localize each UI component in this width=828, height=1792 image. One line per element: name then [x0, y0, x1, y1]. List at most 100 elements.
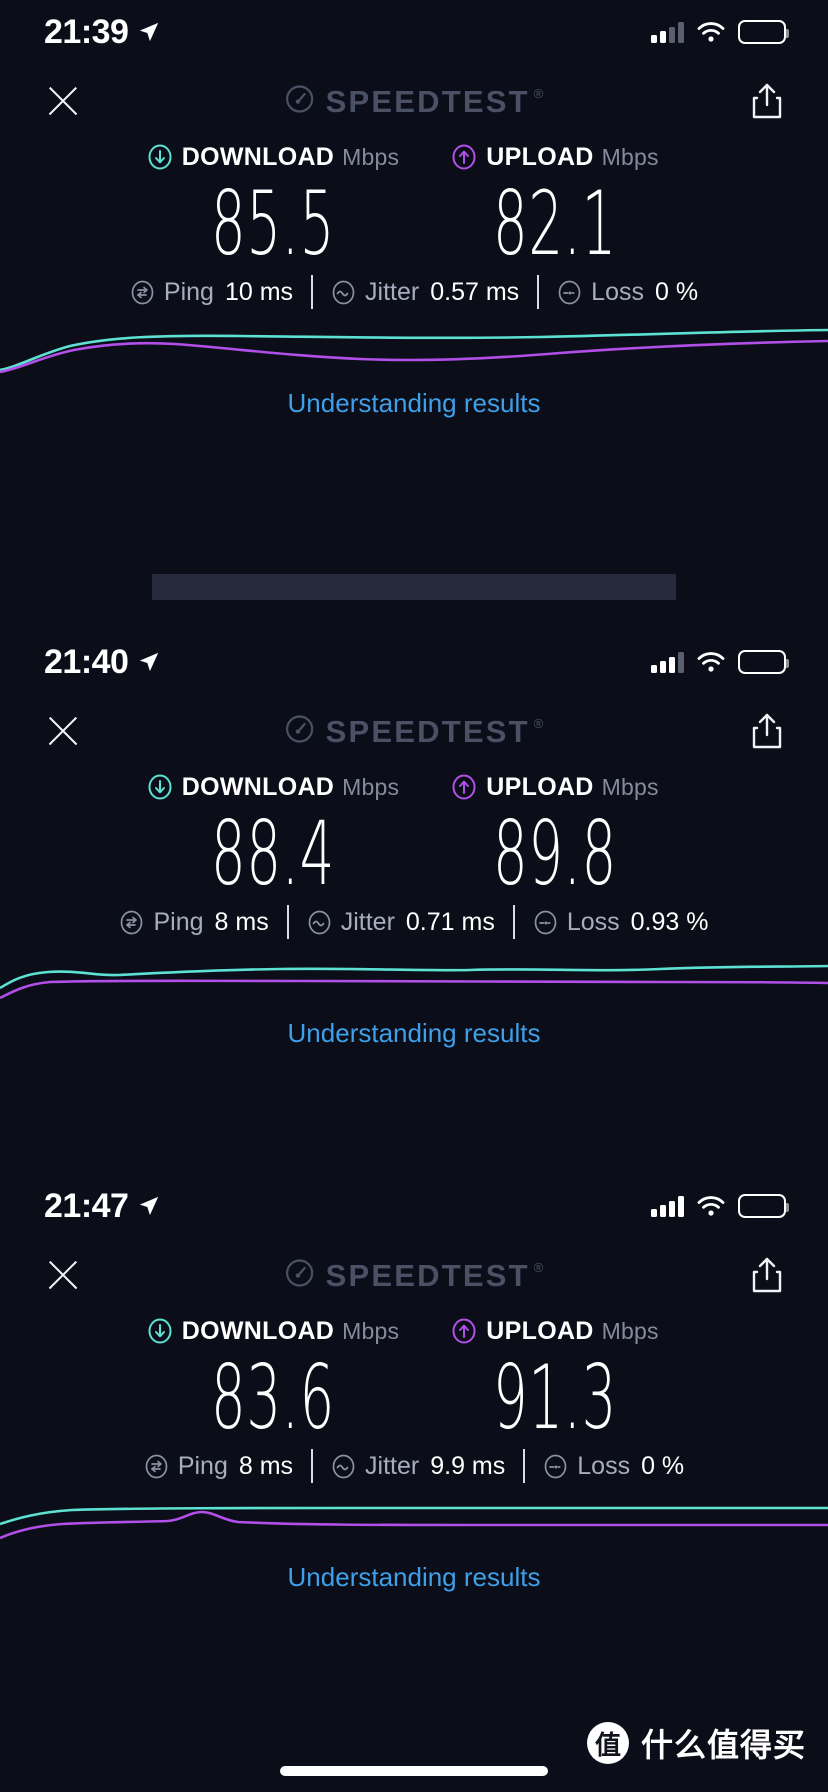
upload-unit: Mbps — [601, 1317, 659, 1344]
brand-trademark: ® — [533, 1259, 544, 1275]
download-arrow-icon — [147, 774, 173, 800]
location-arrow-icon — [138, 21, 160, 43]
stats-row-2: Ping 8 ms Jitter 0.71 ms Loss 0.93 % — [0, 904, 828, 940]
ping-label: Ping — [163, 277, 214, 306]
wifi-icon — [696, 1195, 726, 1217]
jitter-icon — [307, 910, 332, 935]
upload-metric-header: UPLOAD Mbps — [414, 140, 696, 174]
ping-value: 8 ms — [214, 907, 269, 936]
brand-name: SPEEDTEST — [325, 83, 530, 119]
download-arrow-icon — [147, 144, 173, 170]
watermark-text: 什么值得买 — [640, 1726, 806, 1764]
gauge-icon — [285, 1258, 315, 1293]
download-unit: Mbps — [342, 143, 400, 170]
status-bar-2: 21:40 — [0, 630, 828, 694]
app-bar-1: SPEEDTEST ® — [0, 64, 828, 138]
jitter-value: 0.57 ms — [430, 277, 520, 306]
upload-arrow-icon — [451, 1318, 477, 1344]
loss-icon — [543, 1454, 568, 1479]
metrics-row-3: DOWNLOAD Mbps 83.6 UPLOAD Mbps 91.3 — [0, 1314, 828, 1442]
throughput-graph-3 — [0, 1494, 828, 1552]
status-time: 21:39 — [44, 13, 129, 51]
cellular-signal-icon — [651, 21, 684, 43]
download-metric-2: DOWNLOAD Mbps 88.4 — [132, 770, 414, 898]
understanding-results-link-3[interactable]: Understanding results — [0, 1564, 828, 1590]
jitter-icon — [331, 280, 356, 305]
loss-label: Loss — [577, 1451, 631, 1480]
download-metric-1: DOWNLOAD Mbps 85.5 — [132, 140, 414, 268]
download-metric-header: DOWNLOAD Mbps — [132, 1314, 414, 1348]
location-arrow-icon — [138, 1195, 160, 1217]
ping-label: Ping — [177, 1451, 228, 1480]
bottom-bar: 值 什么值得买 — [0, 1672, 828, 1792]
understanding-results-link-2[interactable]: Understanding results — [0, 1020, 828, 1046]
brand-trademark: ® — [533, 85, 544, 101]
status-bar-right-2 — [651, 650, 789, 674]
ping-value: 10 ms — [224, 277, 294, 306]
status-bar-3: 21:47 — [0, 1174, 828, 1238]
share-icon[interactable] — [750, 82, 784, 120]
share-icon[interactable] — [750, 1256, 784, 1294]
wifi-icon — [696, 651, 726, 673]
upload-metric-2: UPLOAD Mbps 89.8 — [414, 770, 696, 898]
metrics-row-1: DOWNLOAD Mbps 85.5 UPLOAD Mbps 82.1 — [0, 140, 828, 268]
download-value: 88.4 — [211, 802, 335, 905]
upload-unit: Mbps — [601, 143, 659, 170]
download-metric-header: DOWNLOAD Mbps — [132, 770, 414, 804]
download-value: 83.6 — [211, 1346, 335, 1449]
speedtest-result-1: 21:39 SPEEDTEST ® DOWNLOAD Mbps 85.5 UPL… — [0, 0, 828, 416]
home-indicator[interactable] — [280, 1766, 548, 1776]
ping-stat: Ping 8 ms — [101, 907, 286, 936]
status-bar-1: 21:39 — [0, 0, 828, 64]
jitter-label: Jitter — [365, 277, 420, 306]
upload-metric-header: UPLOAD Mbps — [414, 770, 696, 804]
location-arrow-icon — [138, 651, 160, 673]
close-icon[interactable] — [44, 82, 82, 120]
status-bar-left-2: 21:40 — [44, 645, 160, 679]
status-bar-left-3: 21:47 — [44, 1189, 160, 1223]
cellular-signal-icon — [651, 1195, 684, 1217]
share-icon[interactable] — [750, 712, 784, 750]
close-icon[interactable] — [44, 712, 82, 750]
throughput-graph-1 — [0, 320, 828, 378]
watermark: 值 什么值得买 — [586, 1720, 806, 1766]
close-icon[interactable] — [44, 1256, 82, 1294]
brand-name: SPEEDTEST — [325, 713, 530, 749]
loss-stat: Loss 0 % — [525, 1451, 702, 1480]
ping-icon — [130, 280, 155, 305]
ping-label: Ping — [153, 907, 204, 936]
screenshot-page: 21:39 SPEEDTEST ® DOWNLOAD Mbps 85.5 UPL… — [0, 0, 828, 1792]
separator-bar — [152, 574, 676, 600]
gauge-icon — [285, 84, 315, 119]
status-bar-right-3 — [651, 1194, 789, 1218]
jitter-stat: Jitter 0.71 ms — [289, 907, 513, 936]
jitter-stat: Jitter 9.9 ms — [313, 1451, 523, 1480]
upload-value: 89.8 — [493, 802, 617, 905]
wifi-icon — [696, 21, 726, 43]
ping-stat: Ping 8 ms — [126, 1451, 311, 1480]
upload-arrow-icon — [451, 144, 477, 170]
loss-label: Loss — [566, 907, 620, 936]
stats-row-1: Ping 10 ms Jitter 0.57 ms Loss 0 % — [0, 274, 828, 310]
upload-metric-3: UPLOAD Mbps 91.3 — [414, 1314, 696, 1442]
app-bar-2: SPEEDTEST ® — [0, 694, 828, 768]
upload-arrow-icon — [451, 774, 477, 800]
understanding-results-link-1[interactable]: Understanding results — [0, 390, 828, 416]
status-time: 21:40 — [44, 643, 129, 681]
jitter-label: Jitter — [365, 1451, 420, 1480]
ping-stat: Ping 10 ms — [112, 277, 311, 306]
watermark-logo-icon: 值 — [586, 1722, 629, 1764]
loss-stat: Loss 0 % — [539, 279, 716, 305]
loss-stat: Loss 0.93 % — [515, 907, 727, 936]
speedtest-result-3: 21:47 SPEEDTEST ® DOWNLOAD Mbps 83.6 UPL… — [0, 1174, 828, 1590]
ping-value: 8 ms — [238, 1451, 294, 1480]
brand-name: SPEEDTEST — [325, 1257, 530, 1293]
download-value: 85.5 — [211, 172, 335, 275]
brand-trademark: ® — [533, 715, 544, 731]
loss-value: 0.93 % — [630, 907, 709, 936]
jitter-label: Jitter — [340, 907, 395, 936]
screenshot-separator-1 — [0, 544, 828, 630]
loss-value: 0 % — [641, 1451, 685, 1480]
